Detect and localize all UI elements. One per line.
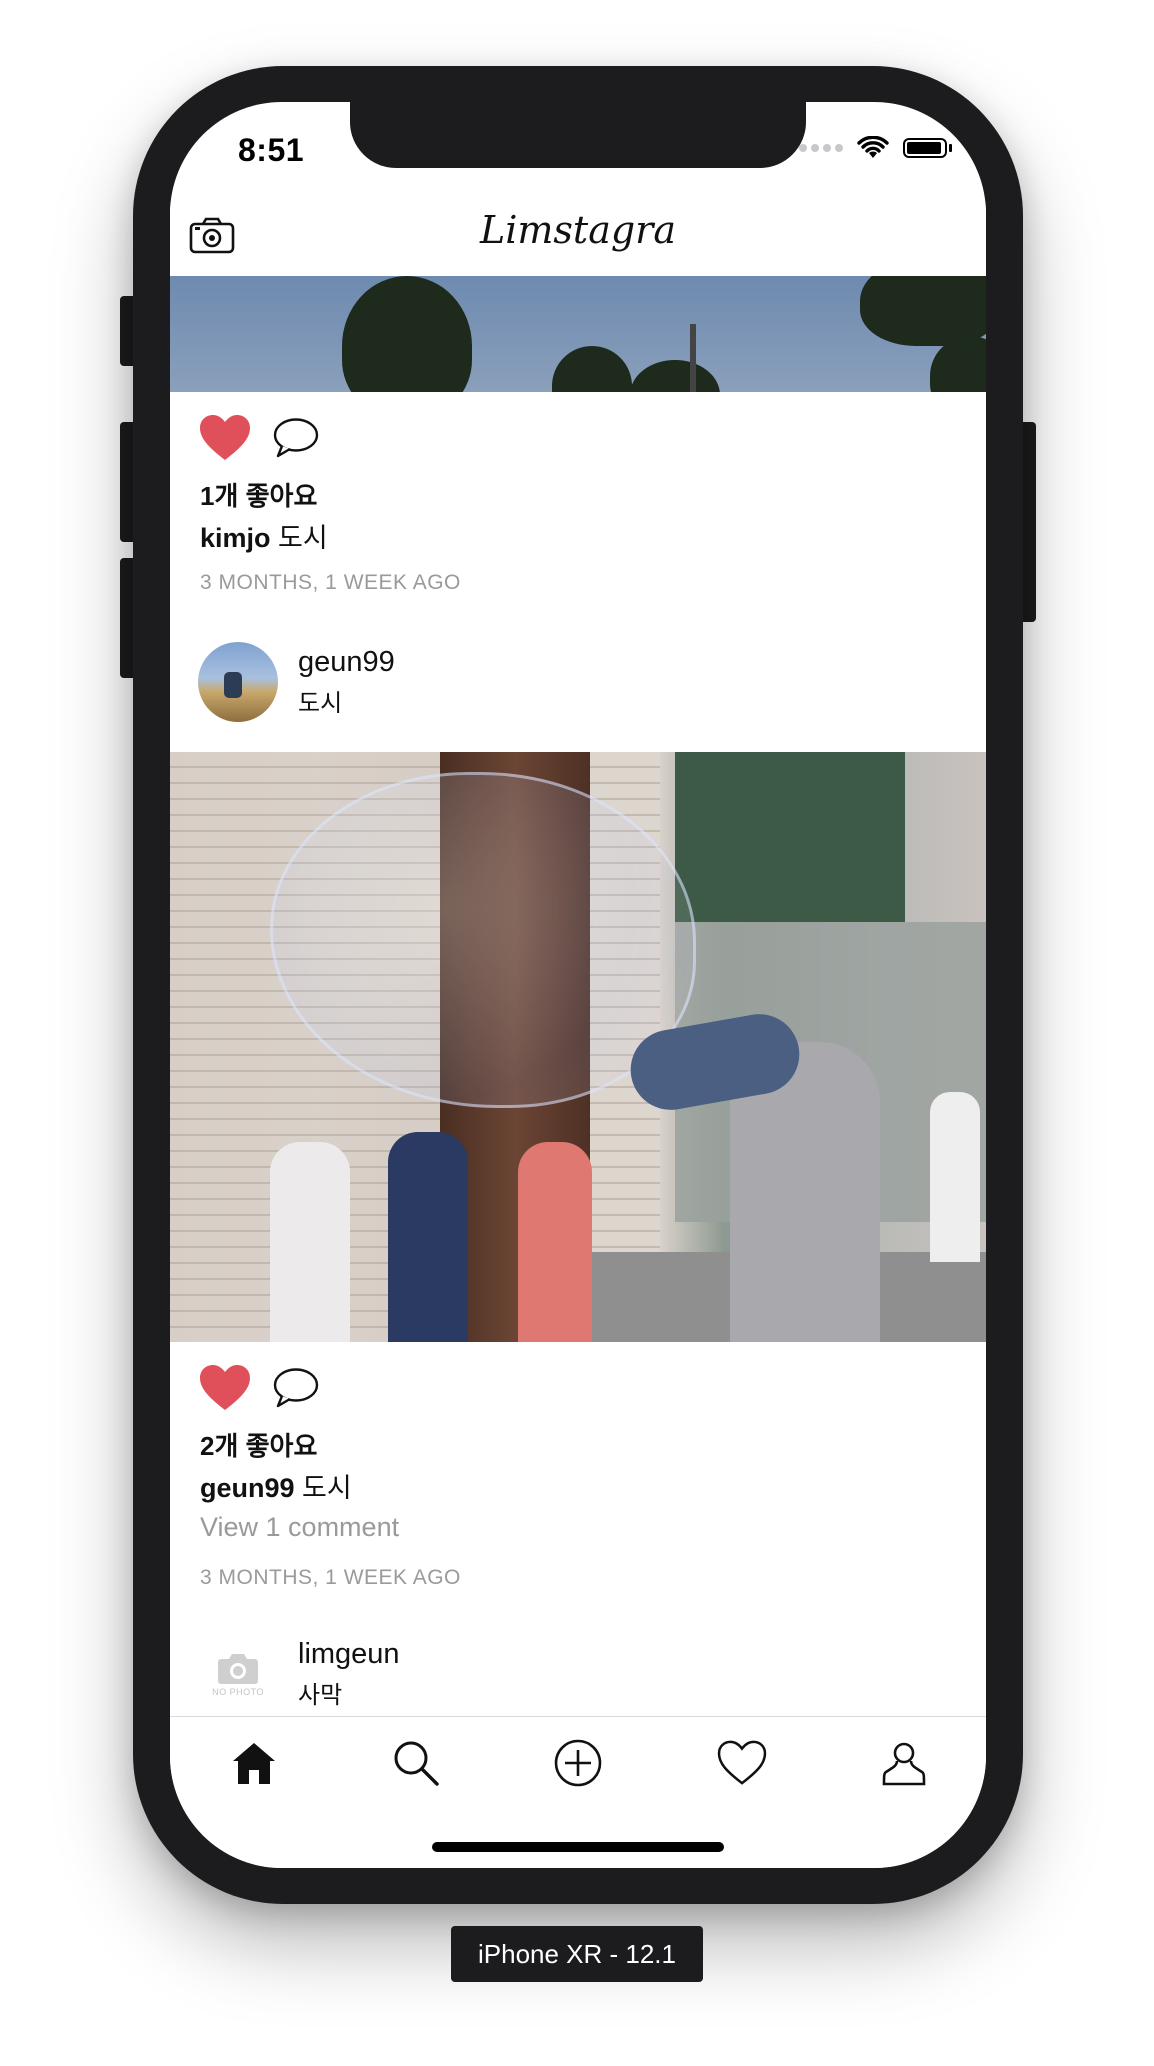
post-timestamp: 3 MONTHS, 1 WEEK AGO bbox=[200, 571, 461, 594]
photo-bystander bbox=[930, 1092, 980, 1262]
wifi-icon bbox=[857, 136, 889, 158]
photo-tarp bbox=[675, 752, 905, 922]
navigation-bar: Limstagra bbox=[170, 202, 986, 276]
tab-home[interactable] bbox=[226, 1735, 282, 1791]
post-actions bbox=[198, 414, 320, 462]
post-username[interactable]: geun99 bbox=[298, 646, 395, 679]
caption-text: 도시 bbox=[302, 1473, 352, 1503]
app-screen: 8:51 Limstagra 1개 좋아요 kimjo 도시 3 MONTHS,… bbox=[170, 102, 986, 1868]
simulator-device-label: iPhone XR - 12.1 bbox=[451, 1926, 703, 1982]
like-heart-icon[interactable] bbox=[198, 1364, 252, 1412]
battery-cap bbox=[949, 144, 952, 152]
app-title: Limstagra bbox=[480, 208, 676, 252]
mute-switch bbox=[120, 296, 134, 366]
view-comments-link[interactable]: View 1 comment bbox=[200, 1512, 399, 1543]
caption-username[interactable]: kimjo bbox=[200, 523, 271, 553]
post-username[interactable]: limgeun bbox=[298, 1638, 400, 1671]
photo-girl bbox=[518, 1142, 592, 1342]
add-post-icon bbox=[554, 1739, 602, 1787]
photo-lamp-post bbox=[690, 324, 696, 392]
post-timestamp: 3 MONTHS, 1 WEEK AGO bbox=[200, 1566, 461, 1589]
comment-bubble-icon[interactable] bbox=[272, 1366, 320, 1410]
tab-add-post[interactable] bbox=[550, 1735, 606, 1791]
photo-tree bbox=[552, 346, 632, 392]
search-icon bbox=[394, 1741, 439, 1786]
avatar-person bbox=[224, 672, 242, 698]
volume-down-button bbox=[120, 558, 134, 678]
post-photo[interactable] bbox=[170, 276, 986, 392]
volume-up-button bbox=[120, 422, 134, 542]
photo-girl bbox=[270, 1142, 350, 1342]
like-count: 2개 좋아요 bbox=[200, 1431, 318, 1461]
post-actions bbox=[198, 1364, 320, 1412]
home-indicator[interactable] bbox=[432, 1842, 724, 1852]
post-location[interactable]: 사막 bbox=[298, 1675, 400, 1710]
feed[interactable]: 1개 좋아요 kimjo 도시 3 MONTHS, 1 WEEK AGO geu… bbox=[170, 276, 986, 1716]
status-time: 8:51 bbox=[238, 132, 305, 168]
tab-profile[interactable] bbox=[876, 1735, 932, 1791]
cellular-signal-icon bbox=[799, 144, 843, 152]
caption-text: 도시 bbox=[278, 523, 328, 553]
notch bbox=[350, 102, 806, 168]
post-header[interactable]: geun99 도시 bbox=[198, 642, 395, 722]
profile-icon bbox=[882, 1742, 926, 1786]
battery-icon bbox=[903, 138, 947, 158]
activity-heart-icon bbox=[717, 1740, 767, 1785]
no-photo-camera-icon bbox=[218, 1654, 258, 1684]
photo-girl bbox=[388, 1132, 468, 1342]
comment-bubble-icon[interactable] bbox=[272, 416, 320, 460]
post-location[interactable]: 도시 bbox=[298, 683, 395, 718]
status-icons bbox=[799, 136, 952, 160]
post-photo[interactable] bbox=[170, 752, 986, 1342]
photo-tree bbox=[342, 276, 472, 392]
avatar[interactable] bbox=[198, 642, 278, 722]
post-caption: kimjo 도시 bbox=[200, 516, 328, 555]
caption-username[interactable]: geun99 bbox=[200, 1473, 295, 1503]
photo-tree bbox=[630, 360, 720, 392]
like-heart-icon[interactable] bbox=[198, 414, 252, 462]
like-count: 1개 좋아요 bbox=[200, 481, 318, 511]
avatar-placeholder[interactable]: NO PHOTO bbox=[198, 1634, 278, 1714]
power-button bbox=[1022, 422, 1036, 622]
no-photo-label: NO PHOTO bbox=[212, 1687, 264, 1697]
post-header[interactable]: NO PHOTO limgeun 사막 bbox=[198, 1634, 400, 1714]
home-icon bbox=[233, 1743, 275, 1784]
post-caption: geun99 도시 bbox=[200, 1466, 352, 1505]
tab-activity[interactable] bbox=[714, 1735, 770, 1791]
tab-search[interactable] bbox=[388, 1735, 444, 1791]
